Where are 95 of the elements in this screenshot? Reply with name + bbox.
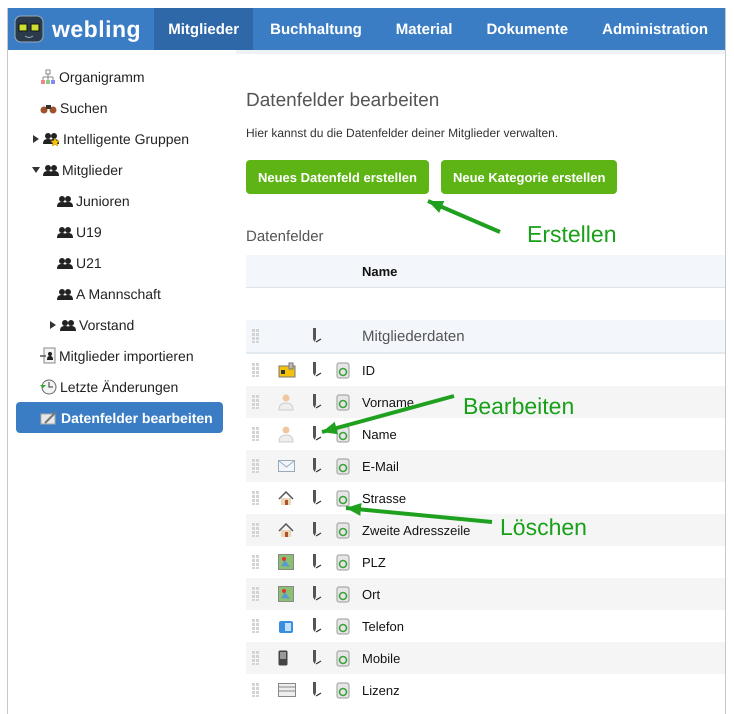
pencil-icon[interactable] <box>310 617 322 635</box>
logo-icon <box>14 15 44 43</box>
house-icon <box>278 522 294 538</box>
person-icon <box>278 425 294 443</box>
annotation-label: Erstellen <box>527 221 616 248</box>
group-icon <box>57 225 73 238</box>
pencil-icon[interactable] <box>310 553 322 571</box>
page-description: Hier kannst du die Datenfelder deiner Mitglieder verwalten. <box>246 126 560 140</box>
pencil-icon[interactable] <box>310 425 322 443</box>
drag-handle-icon[interactable] <box>252 395 260 409</box>
pencil-icon[interactable] <box>310 393 322 411</box>
field-name: Name <box>362 426 397 442</box>
drag-handle-icon[interactable] <box>252 491 260 505</box>
pencil-icon[interactable] <box>310 457 322 475</box>
sidebar-item[interactable]: A Mannschaft <box>16 278 223 309</box>
field-name: Strasse <box>362 490 406 506</box>
field-name: Zweite Adresszeile <box>362 522 470 538</box>
sidebar-item[interactable]: Letzte Änderungen <box>16 371 223 402</box>
drag-handle-icon[interactable] <box>252 329 260 343</box>
group-icon <box>57 194 73 207</box>
field-name: Ort <box>362 586 380 602</box>
recycle-bin-icon[interactable] <box>336 681 350 699</box>
pencil-icon[interactable] <box>310 327 322 345</box>
import-icon <box>40 347 56 364</box>
drag-handle-icon[interactable] <box>252 555 260 569</box>
section-title: Datenfelder <box>246 228 324 245</box>
drag-handle-icon[interactable] <box>252 363 260 377</box>
expand-caret-icon[interactable] <box>32 134 40 142</box>
pencil-icon[interactable] <box>310 521 322 539</box>
drag-handle-icon[interactable] <box>252 523 260 537</box>
recycle-bin-icon[interactable] <box>336 457 350 475</box>
house-icon <box>278 490 294 506</box>
nav-tab[interactable]: Mitglieder <box>154 8 254 50</box>
nav-tab[interactable]: Administration <box>585 8 725 50</box>
field-name: PLZ <box>362 554 386 570</box>
column-header: Name <box>362 264 398 278</box>
expand-caret-icon[interactable] <box>49 320 57 328</box>
annotation-label: Bearbeiten <box>463 393 574 420</box>
field-name: E-Mail <box>362 458 399 474</box>
map-icon <box>278 554 294 570</box>
id-card-icon <box>278 362 296 378</box>
group-star-icon <box>43 131 60 146</box>
pencil-icon[interactable] <box>310 489 322 507</box>
recycle-bin-icon[interactable] <box>336 585 350 603</box>
drag-handle-icon[interactable] <box>252 587 260 601</box>
group-icon <box>60 318 76 331</box>
sidebar-item[interactable]: Junioren <box>16 185 223 216</box>
pencil-icon[interactable] <box>310 361 322 379</box>
collapse-caret-icon[interactable] <box>32 166 40 174</box>
group-icon <box>43 163 59 176</box>
group-icon <box>57 287 73 300</box>
sidebar-item[interactable]: Datenfelder bearbeiten <box>16 402 223 433</box>
recycle-bin-icon[interactable] <box>336 361 350 379</box>
clock-icon <box>40 378 57 395</box>
sidebar-item[interactable]: U21 <box>16 247 223 278</box>
person-icon <box>278 393 294 411</box>
logo-text: webling <box>52 16 142 42</box>
recycle-bin-icon[interactable] <box>336 649 350 667</box>
field-name: Vorname <box>362 394 414 410</box>
field-name: Telefon <box>362 618 404 634</box>
envelope-icon <box>278 460 295 472</box>
field-name: Lizenz <box>362 682 400 698</box>
drag-handle-icon[interactable] <box>252 427 260 441</box>
pencil-icon[interactable] <box>310 585 322 603</box>
annotation-label: Löschen <box>500 514 587 541</box>
drag-handle-icon[interactable] <box>252 651 260 665</box>
sidebar-item[interactable]: Intelligente Gruppen <box>16 123 223 154</box>
map-icon <box>278 586 294 602</box>
recycle-bin-icon[interactable] <box>336 393 350 411</box>
recycle-bin-icon[interactable] <box>336 553 350 571</box>
mobile-phone-icon <box>278 650 288 666</box>
recycle-bin-icon[interactable] <box>336 521 350 539</box>
sidebar-item[interactable]: Mitglieder importieren <box>16 340 223 371</box>
category-name: Mitgliederdaten <box>362 328 465 344</box>
sidebar-item[interactable]: Mitglieder <box>16 154 223 185</box>
recycle-bin-icon[interactable] <box>336 489 350 507</box>
pencil-icon[interactable] <box>310 649 322 667</box>
field-name: Mobile <box>362 650 400 666</box>
pencil-icon[interactable] <box>310 681 322 699</box>
nav-tab[interactable]: Material <box>378 8 470 50</box>
recycle-bin-icon[interactable] <box>336 617 350 635</box>
organigram-icon <box>40 68 56 84</box>
sidebar-item[interactable]: Suchen <box>16 92 223 123</box>
sidebar-item[interactable]: U19 <box>16 216 223 247</box>
page-title: Datenfelder bearbeiten <box>246 90 440 112</box>
sidebar-item[interactable]: Organigramm <box>16 61 223 92</box>
group-icon <box>57 256 73 269</box>
sidebar-item[interactable]: Vorstand <box>16 309 223 340</box>
nav-tab[interactable]: Buchhaltung <box>253 8 379 50</box>
nav-tab[interactable]: Dokumente <box>469 8 586 50</box>
drag-handle-icon[interactable] <box>252 619 260 633</box>
field-name: ID <box>362 362 375 378</box>
drag-handle-icon[interactable] <box>252 683 260 697</box>
edit-form-icon <box>40 410 58 426</box>
drag-handle-icon[interactable] <box>252 459 260 473</box>
